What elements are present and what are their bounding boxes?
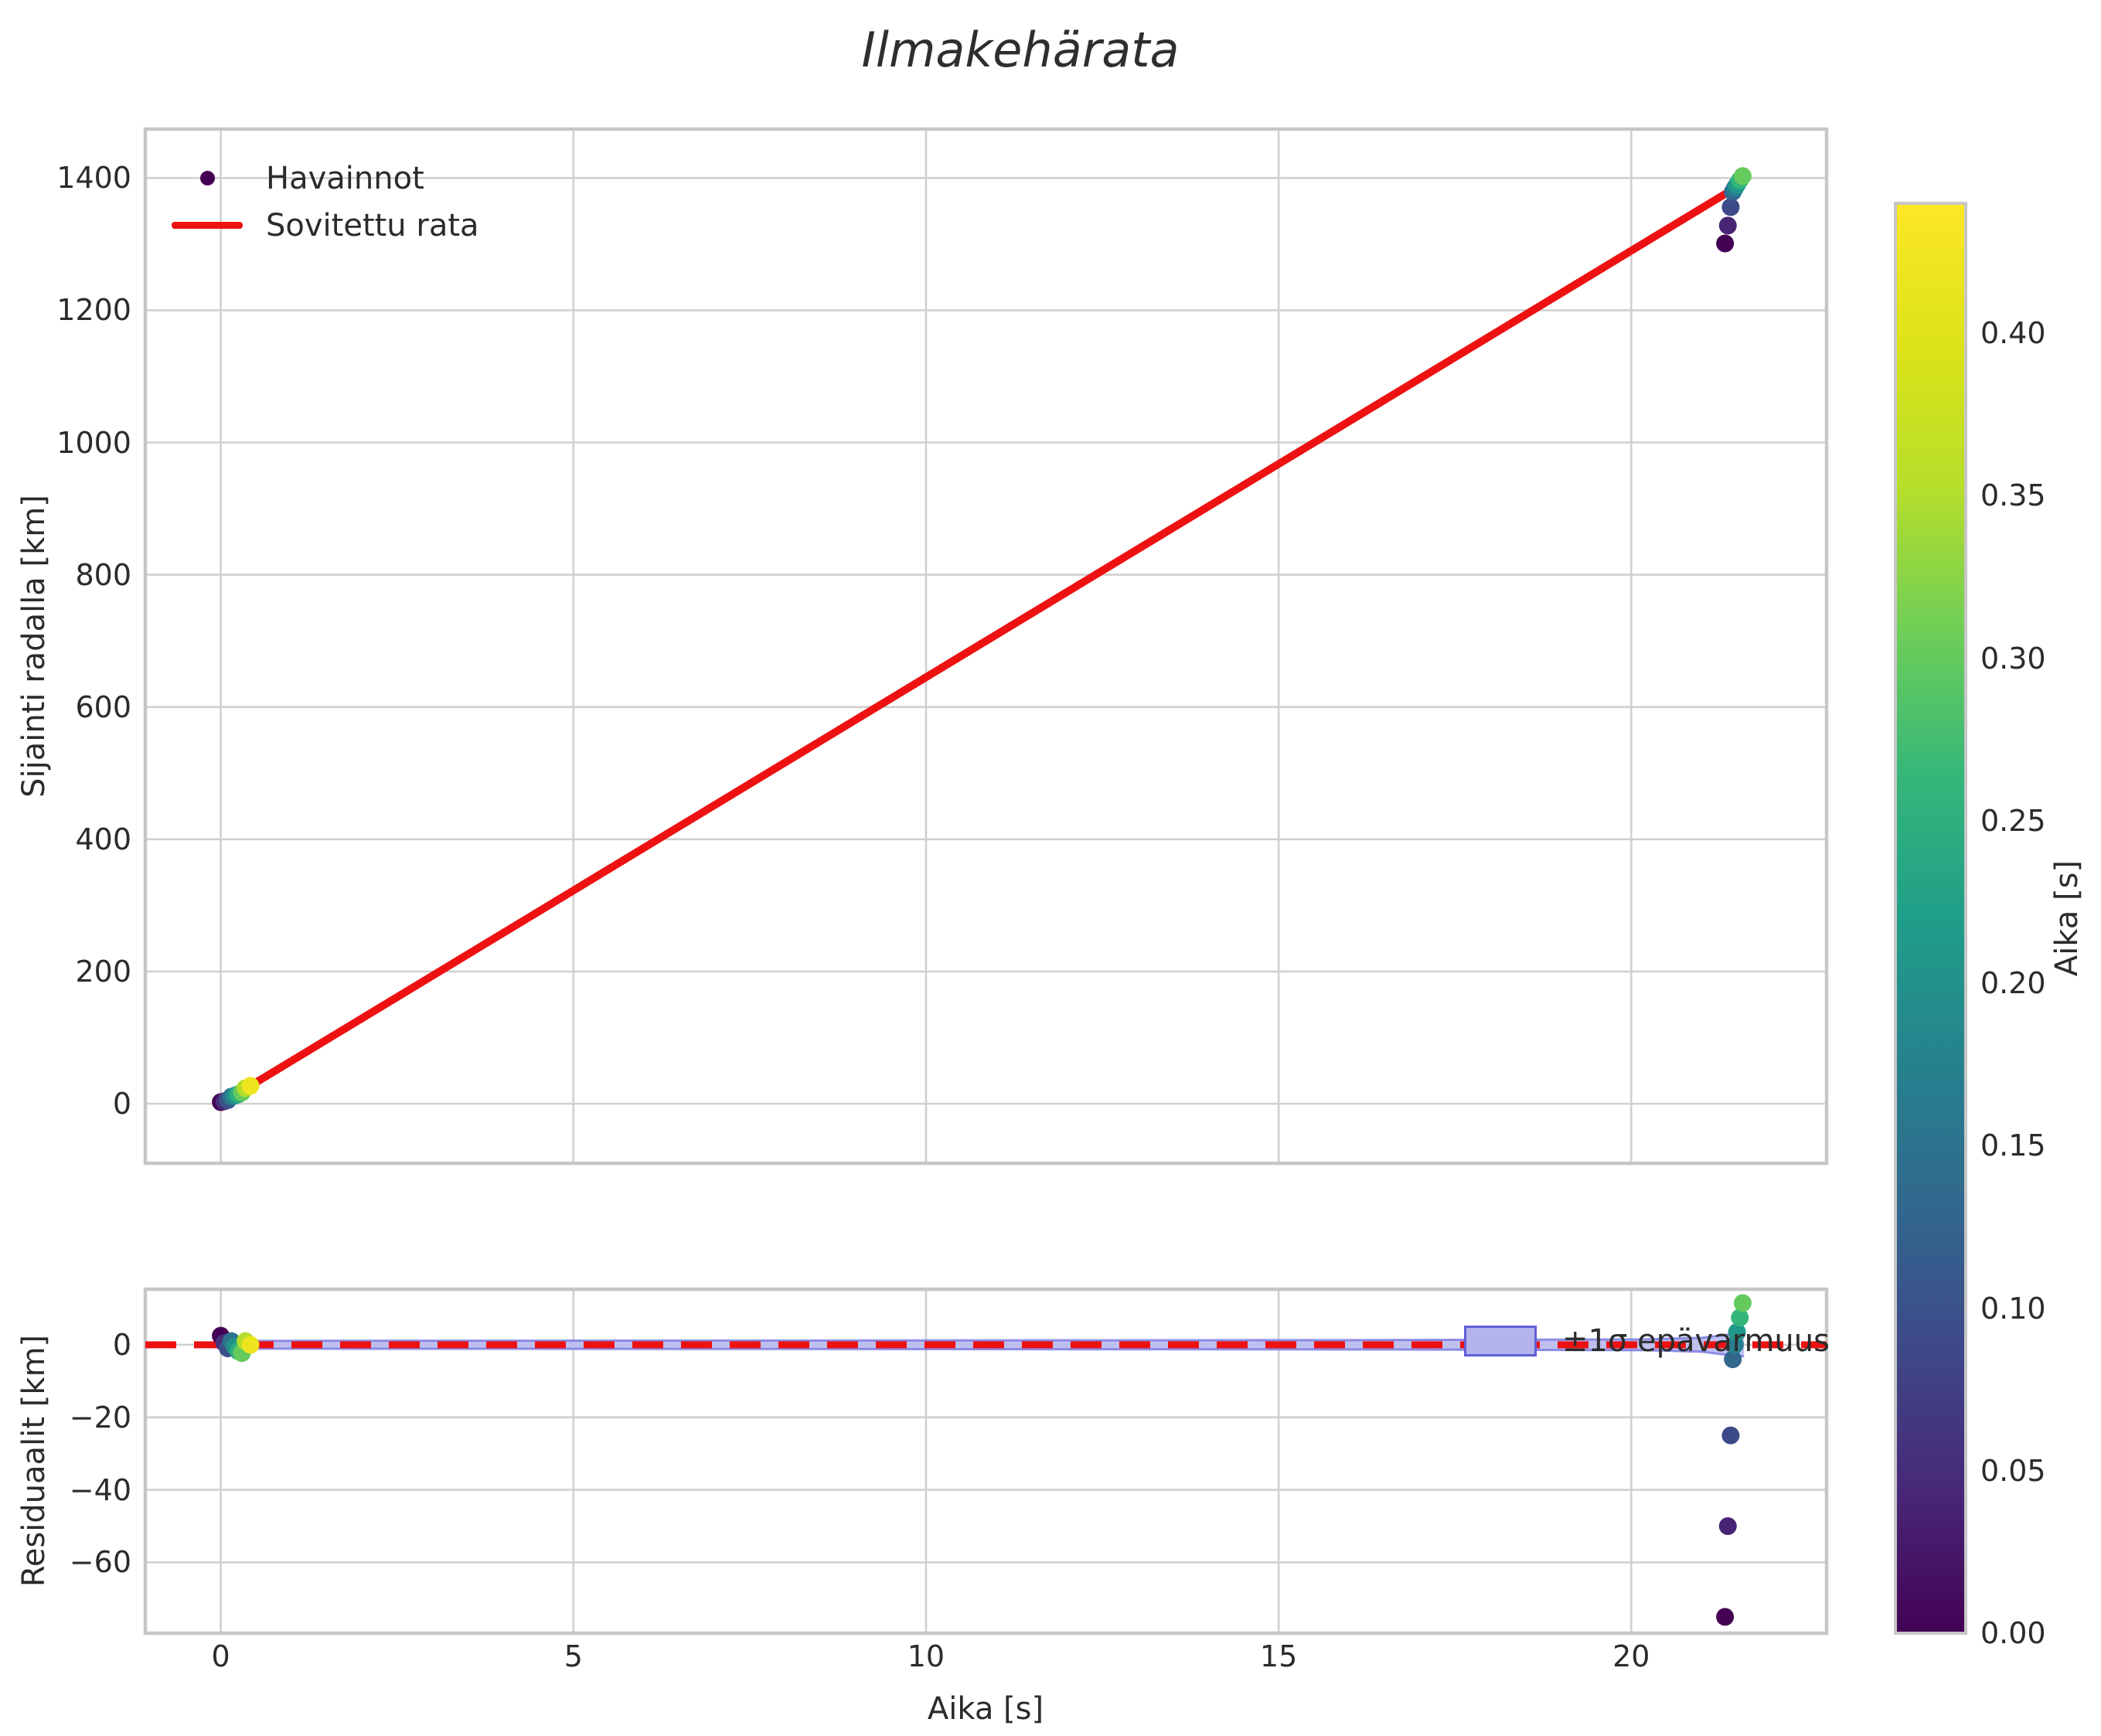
residual-y-tick-label: −20	[69, 1400, 131, 1435]
main-y-tick-label: 1200	[56, 293, 131, 328]
uncertainty-band-legend: ±1σ epävarmuus	[1464, 1323, 1830, 1359]
colorbar-tick-label: 0.05	[1980, 1453, 2046, 1488]
main-y-axis-label: Sijainti radalla [km]	[16, 495, 52, 798]
colorbar-tick-label: 0.25	[1980, 803, 2046, 838]
colorbar-tick-label: 0.35	[1980, 478, 2046, 513]
colorbar-label: Aika [s]	[2049, 859, 2085, 977]
legend-label-observations: Havainnot	[266, 160, 424, 196]
residual-point	[1721, 1426, 1740, 1445]
x-tick-label: 20	[1612, 1639, 1650, 1673]
residual-point	[1718, 1517, 1737, 1536]
main-legend: Havainnot Sovitettu rata	[172, 155, 479, 249]
colorbar-tick-label: 0.15	[1980, 1128, 2046, 1163]
x-tick-label: 5	[564, 1639, 583, 1673]
main-y-tick-label: 600	[75, 689, 131, 724]
main-y-tick-label: 1000	[56, 425, 131, 460]
fit-line-icon	[172, 222, 243, 229]
main-y-tick-label: 400	[75, 822, 131, 856]
residual-y-tick-label: 0	[112, 1327, 131, 1362]
fitted-trajectory-line	[216, 179, 1749, 1108]
x-tick-label: 15	[1259, 1639, 1298, 1673]
colorbar-tick-label: 0.40	[1980, 316, 2046, 351]
uncertainty-band-label: ±1σ epävarmuus	[1562, 1323, 1830, 1359]
figure: Ilmakehärata Sijainti radalla [km] Resid…	[0, 0, 2101, 1736]
observation-point	[1721, 198, 1740, 216]
legend-marker-box	[172, 171, 243, 186]
observation-point	[241, 1077, 260, 1095]
residual-y-tick-label: −40	[69, 1472, 131, 1507]
main-y-tick-label: 800	[75, 557, 131, 592]
main-y-tick-label: 0	[112, 1087, 131, 1121]
scatter-point-icon	[199, 171, 215, 186]
residual-point	[241, 1336, 260, 1354]
legend-item-sovitettu-rata: Sovitettu rata	[172, 202, 479, 249]
x-tick-label: 0	[211, 1639, 230, 1673]
observation-point	[1718, 216, 1737, 235]
legend-marker-box	[172, 222, 243, 229]
main-y-tick-label: 1400	[56, 161, 131, 196]
x-axis-label: Aika [s]	[927, 1691, 1044, 1727]
chart-canvas	[143, 127, 1967, 1636]
chart-title: Ilmakehärata	[861, 22, 1180, 78]
colorbar	[1894, 202, 1967, 1635]
colorbar-tick-label: 0.10	[1980, 1291, 2046, 1326]
observation-point	[1716, 234, 1735, 253]
legend-label-fitted-line: Sovitettu rata	[266, 207, 479, 243]
legend-item-havainnot: Havainnot	[172, 155, 479, 202]
uncertainty-band-icon	[1464, 1326, 1537, 1356]
colorbar-tick-label: 0.30	[1980, 641, 2046, 676]
colorbar-tick-label: 0.00	[1980, 1616, 2046, 1650]
main-y-tick-label: 200	[75, 954, 131, 989]
residual-y-tick-label: −60	[69, 1545, 131, 1580]
x-tick-label: 10	[907, 1639, 945, 1673]
residual-point	[1733, 1294, 1752, 1312]
observation-point	[1733, 167, 1752, 186]
colorbar-tick-label: 0.20	[1980, 966, 2046, 1001]
residual-point	[1716, 1608, 1735, 1626]
